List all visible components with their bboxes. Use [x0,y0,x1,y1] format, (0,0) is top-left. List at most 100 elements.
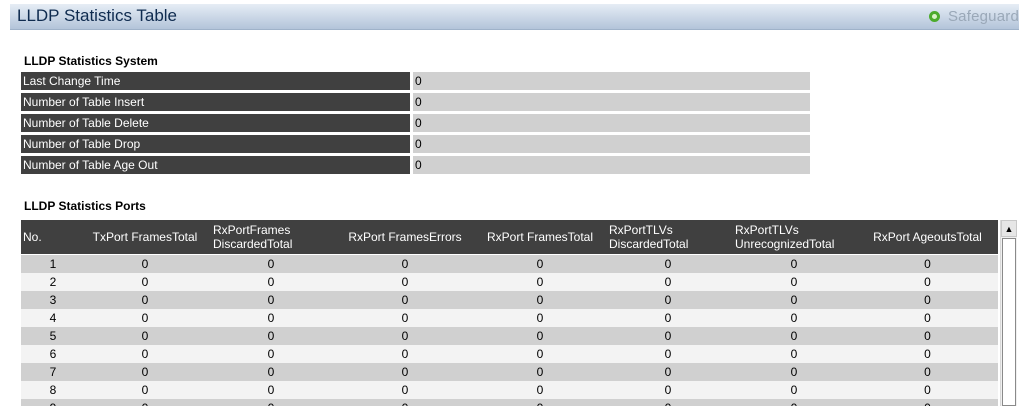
stat-cell: 0 [207,399,335,406]
system-stat-row: Number of Table Age Out 0 [21,156,810,174]
ports-section-title: LLDP Statistics Ports [24,199,146,213]
stat-cell: 0 [141,311,149,325]
stat-cell: 0 [790,383,798,397]
stat-cell: 0 [924,383,931,397]
stat-cell: 0 [536,347,544,361]
stat-cell: 0 [536,383,544,397]
system-stat-label: Last Change Time [21,72,410,90]
ports-column-header: RxPort FramesTotal [486,230,594,244]
port-number-cell: 3 [49,293,57,307]
stat-cell: 0 [664,347,672,361]
port-number-cell: 9 [23,399,83,406]
ports-column-header: RxPortTLVs DiscardedTotal [609,223,689,251]
stat-cell: 0 [475,399,605,406]
table-row: 3 0 0 0 0 0 0 0 [21,291,998,309]
stat-cell: 0 [267,293,275,307]
stat-cell: 0 [664,329,672,343]
stat-cell: 0 [790,275,798,289]
system-stat-row: Number of Table Drop 0 [21,135,810,153]
stat-cell: 0 [141,383,149,397]
ports-column-header: RxPortFrames DiscardedTotal [213,223,293,251]
stat-cell: 0 [664,365,672,379]
ports-column-header: RxPort FramesErrors [348,230,462,244]
stat-cell: 0 [536,293,544,307]
stat-cell: 0 [401,311,409,325]
stat-cell: 0 [401,293,409,307]
system-stat-value: 0 [413,93,810,111]
system-stat-value: 0 [413,135,810,153]
ports-column-header: TxPort FramesTotal [92,230,198,244]
stat-cell: 0 [536,329,544,343]
stat-cell: 0 [790,347,798,361]
stat-cell: 0 [141,257,149,271]
system-stat-row: Number of Table Delete 0 [21,114,810,132]
stat-cell: 0 [401,383,409,397]
port-number-cell: 2 [49,275,57,289]
stat-cell: 0 [141,275,149,289]
stat-cell: 0 [605,399,731,406]
page-title-bar: LLDP Statistics Table Safeguard [10,4,1019,30]
system-stat-label: Number of Table Drop [21,135,410,153]
system-stat-label: Number of Table Delete [21,114,410,132]
stat-cell: 0 [401,257,409,271]
stat-cell: 0 [664,257,672,271]
ports-table-scrollbar[interactable]: ▲ [1000,220,1017,406]
scroll-thumb[interactable] [1002,238,1016,406]
system-stat-value: 0 [413,114,810,132]
stat-cell: 0 [664,311,672,325]
system-stat-row: Number of Table Insert 0 [21,93,810,111]
system-stat-label: Number of Table Insert [21,93,410,111]
table-row: 5 0 0 0 0 0 0 0 [21,327,998,345]
stat-cell: 0 [267,383,275,397]
ports-column-header: RxPort AgeoutsTotal [873,230,982,244]
ports-stats-table: No. TxPort FramesTotal RxPortFrames Discar… [21,220,998,406]
stat-cell: 0 [267,257,275,271]
safeguard-indicator: Safeguard [928,8,1019,25]
system-stat-value: 0 [413,156,810,174]
stat-cell: 0 [790,329,798,343]
stat-cell: 0 [924,365,931,379]
table-row: 8 0 0 0 0 0 0 0 [21,381,998,399]
triangle-up-icon: ▲ [1004,223,1014,234]
stat-cell: 0 [267,311,275,325]
stat-cell: 0 [790,257,798,271]
stat-cell: 0 [267,365,275,379]
table-row: 1 0 0 0 0 0 0 0 [21,255,998,273]
stat-cell: 0 [401,329,409,343]
stat-cell: 0 [401,365,409,379]
stat-cell: 0 [401,275,409,289]
stat-cell: 0 [141,329,149,343]
stat-cell: 0 [924,257,931,271]
stat-cell: 0 [401,347,409,361]
stat-cell: 0 [267,347,275,361]
stat-cell: 0 [924,311,931,325]
stat-cell: 0 [924,275,931,289]
stat-cell: 0 [924,329,931,343]
safeguard-label: Safeguard [947,8,1019,25]
stat-cell: 0 [790,293,798,307]
system-stat-label: Number of Table Age Out [21,156,410,174]
system-section-title: LLDP Statistics System [24,54,158,68]
stat-cell: 0 [664,383,672,397]
stat-cell: 0 [536,365,544,379]
stat-cell: 0 [731,399,857,406]
stat-cell: 0 [924,347,931,361]
port-number-cell: 7 [49,365,57,379]
stat-cell: 0 [267,329,275,343]
scroll-up-button[interactable]: ▲ [1001,220,1017,237]
table-row: 90000000 [21,399,998,406]
stat-cell: 0 [141,293,149,307]
stat-cell: 0 [536,275,544,289]
ports-table-header: No. TxPort FramesTotal RxPortFrames Discar… [21,220,998,254]
stat-cell: 0 [335,399,475,406]
ports-column-header: No. [23,230,42,244]
stat-cell: 0 [664,293,672,307]
stat-cell: 0 [790,365,798,379]
system-stat-row: Last Change Time 0 [21,72,810,90]
stat-cell: 0 [141,347,149,361]
stat-cell: 0 [141,365,149,379]
port-number-cell: 6 [49,347,57,361]
stat-cell: 0 [536,257,544,271]
stat-cell: 0 [857,399,998,406]
system-stat-value: 0 [413,72,810,90]
